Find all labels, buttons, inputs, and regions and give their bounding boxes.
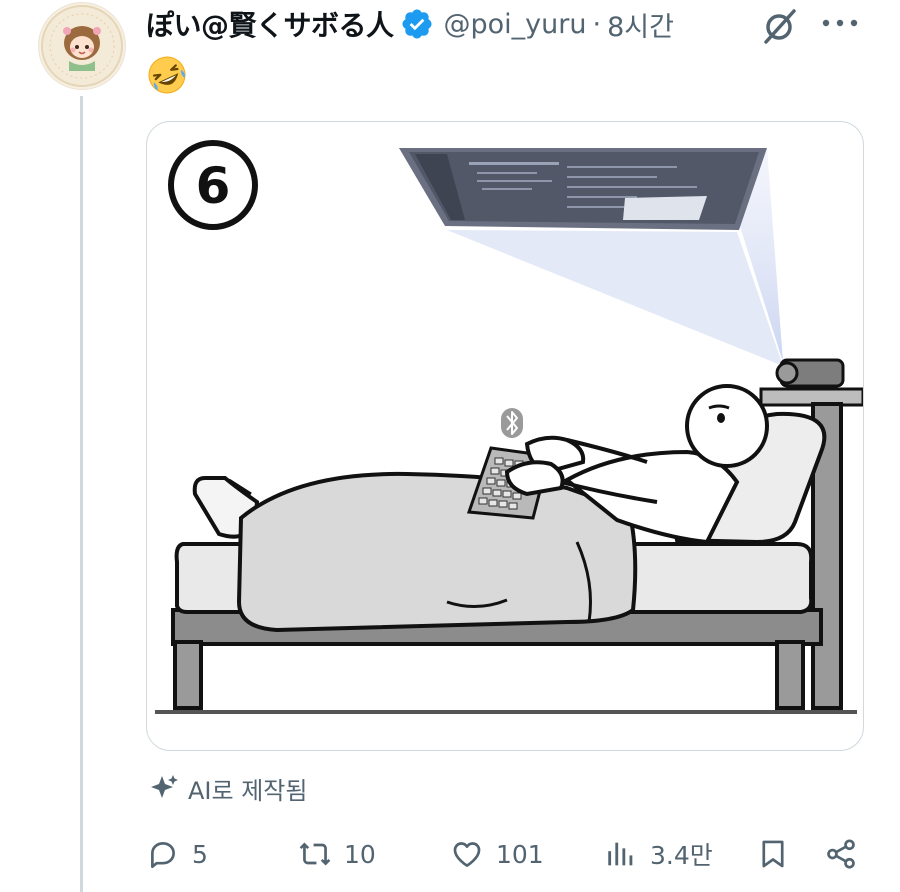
rolling-on-floor-laughing-emoji <box>148 56 186 94</box>
thread-line <box>80 96 83 892</box>
bookmark-icon <box>762 840 784 868</box>
repost-count: 10 <box>344 839 376 869</box>
head <box>685 384 769 468</box>
reply-count: 5 <box>192 839 208 869</box>
repost-icon <box>299 842 331 866</box>
bookmark-button[interactable] <box>756 830 790 878</box>
bluetooth-icon <box>501 408 523 438</box>
ai-label-text: AI로 제작됨 <box>188 776 308 805</box>
display-name[interactable]: ぽい@賢くサボる人 <box>146 4 394 44</box>
like-button[interactable]: 101 <box>450 830 544 878</box>
grok-icon[interactable] <box>760 6 800 46</box>
more-icon[interactable] <box>818 8 862 38</box>
post-time[interactable]: 8시간 <box>607 5 674 44</box>
projector <box>775 358 845 388</box>
projected-screen <box>399 148 767 230</box>
like-icon <box>453 842 481 867</box>
reply-button[interactable]: 5 <box>146 830 208 878</box>
number-badge-digit: 6 <box>196 157 231 215</box>
like-count: 101 <box>496 839 544 869</box>
ai-generated-label[interactable]: AI로 제작됨 <box>148 768 307 808</box>
action-bar: 5 10 101 3.4만 <box>146 830 876 878</box>
avatar-image <box>41 5 123 87</box>
views-icon <box>608 842 633 866</box>
views-button[interactable]: 3.4만 <box>604 830 713 878</box>
media-illustration: 6 <box>155 140 863 714</box>
user-handle[interactable]: @poi_yuru <box>444 9 587 40</box>
view-count: 3.4만 <box>650 841 713 870</box>
separator: · <box>592 8 602 40</box>
verified-badge-icon[interactable] <box>400 7 434 41</box>
sparkle-icon <box>151 775 178 798</box>
post-media-card[interactable]: 6 <box>146 121 864 751</box>
repost-button[interactable]: 10 <box>298 830 376 878</box>
share-button[interactable] <box>824 830 858 878</box>
avatar[interactable] <box>38 2 126 90</box>
reply-icon <box>151 842 175 869</box>
share-icon <box>827 839 855 869</box>
